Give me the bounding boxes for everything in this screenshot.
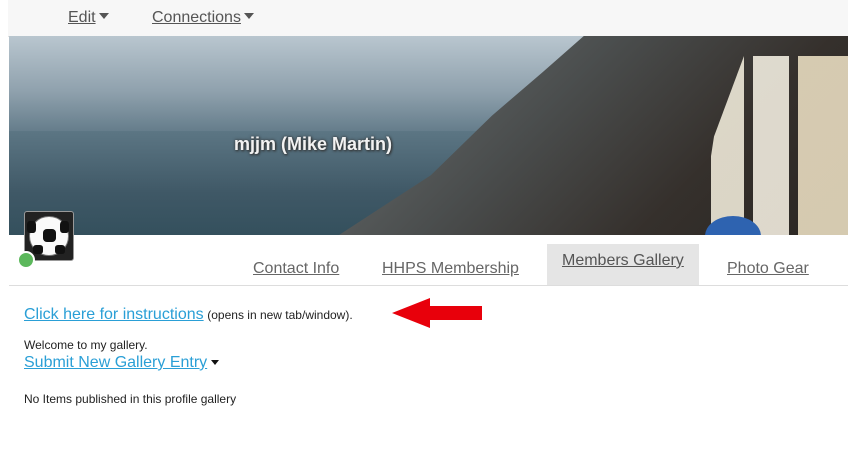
instructions-line: Click here for instructions (opens in ne…: [24, 300, 353, 330]
chevron-down-icon: [98, 13, 109, 19]
instructions-note: (opens in new tab/window).: [207, 308, 353, 322]
welcome-text: Welcome to my gallery.: [24, 338, 148, 352]
instructions-link[interactable]: Click here for instructions: [24, 306, 204, 323]
tab-contact-info[interactable]: Contact Info: [238, 244, 354, 285]
soccer-ball-icon: [27, 216, 69, 256]
top-navbar: Edit Connections: [8, 0, 848, 37]
tab-members-gallery[interactable]: Members Gallery: [547, 244, 699, 285]
tab-hhps-membership[interactable]: HHPS Membership: [367, 244, 534, 285]
empty-gallery-message: No Items published in this profile galle…: [24, 392, 237, 406]
red-arrow-icon: [392, 298, 482, 328]
gallery-content: Click here for instructions (opens in ne…: [24, 300, 353, 406]
edit-menu[interactable]: Edit: [68, 9, 109, 27]
online-status-indicator: [17, 251, 35, 269]
profile-tabs: Contact Info HHPS Membership Members Gal…: [9, 236, 848, 286]
connections-menu[interactable]: Connections: [152, 9, 254, 27]
submit-gallery-entry-link[interactable]: Submit New Gallery Entry: [24, 354, 207, 371]
chevron-down-icon: [243, 13, 254, 19]
caret-down-icon[interactable]: [211, 360, 220, 365]
tab-photo-gear[interactable]: Photo Gear: [712, 244, 824, 285]
profile-cover-image: [9, 36, 848, 235]
edit-menu-label: Edit: [68, 9, 96, 26]
profile-name: mjjm (Mike Martin): [234, 134, 393, 154]
connections-menu-label: Connections: [152, 9, 241, 26]
submit-line: Submit New Gallery Entry: [24, 354, 353, 372]
